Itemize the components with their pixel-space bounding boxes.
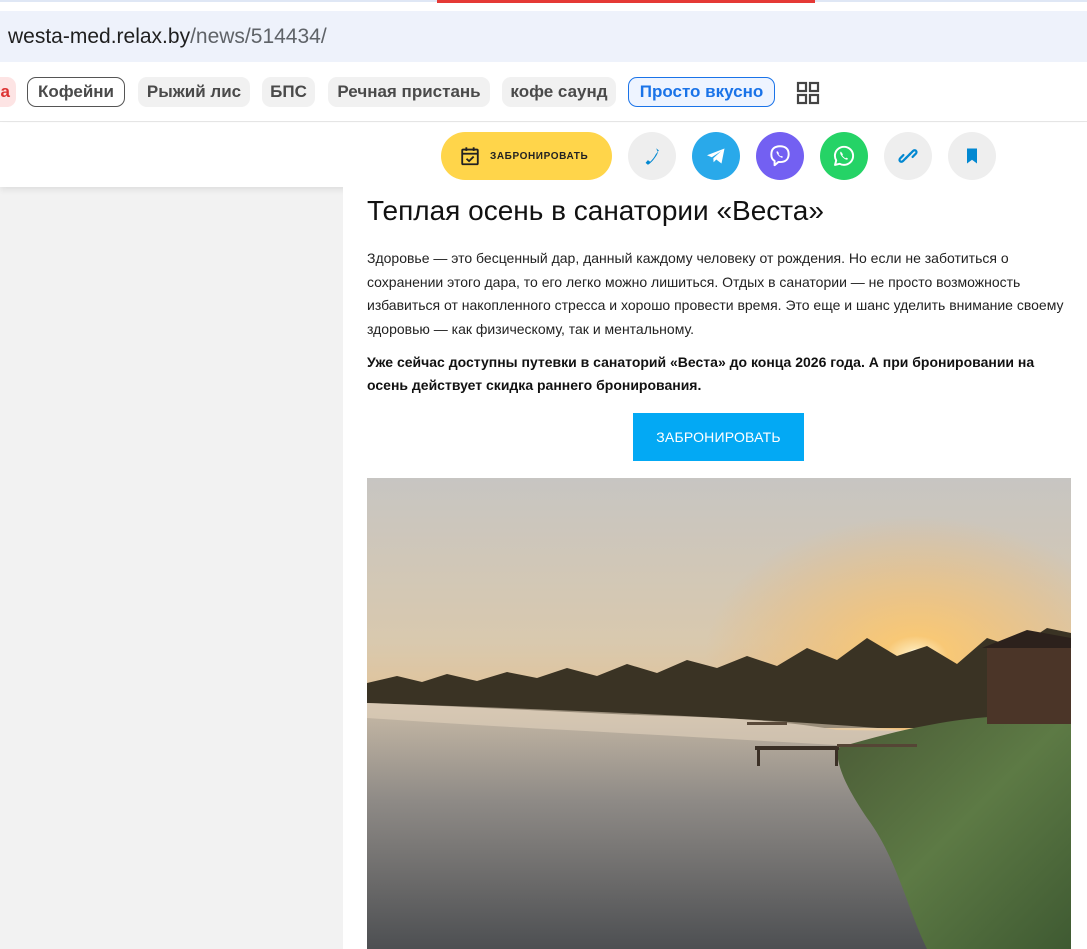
- telegram-button[interactable]: [692, 132, 740, 180]
- article-title: Теплая осень в санатории «Веста»: [367, 195, 824, 226]
- chip-coffee-shops[interactable]: Кофейни: [27, 77, 125, 107]
- url-host: westa-med.relax.by: [8, 24, 191, 48]
- bookmark-button[interactable]: [948, 132, 996, 180]
- left-sidebar-area: [0, 123, 343, 949]
- browser-top-strip: [0, 0, 1087, 11]
- viber-icon: [770, 145, 790, 167]
- book-now-pill-label: ЗАБРОНИРОВАТЬ: [490, 150, 589, 162]
- chip-prosto-vkusno[interactable]: Просто вкусно: [628, 77, 775, 107]
- loading-indicator: [437, 0, 815, 3]
- calendar-check-icon: [461, 147, 479, 166]
- sunset-lake-photo: [367, 478, 1071, 949]
- viber-button[interactable]: [756, 132, 804, 180]
- copy-link-button[interactable]: [884, 132, 932, 180]
- chip-kofe-saund[interactable]: кофе саунд: [502, 77, 616, 107]
- chip-bps[interactable]: БПС: [262, 77, 315, 107]
- telegram-icon: [707, 148, 725, 164]
- article-photo: [367, 478, 1071, 949]
- chip-ryzhiy-lis[interactable]: Рыжий лис: [138, 77, 250, 107]
- bookmark-icon: [967, 148, 977, 164]
- book-now-pill-button[interactable]: ЗАБРОНИРОВАТЬ: [441, 132, 612, 180]
- phone-button[interactable]: [628, 132, 676, 180]
- whatsapp-icon: [833, 145, 855, 166]
- chip-partial[interactable]: а: [0, 77, 16, 107]
- url-path: /news/514434/: [190, 24, 327, 48]
- article-highlight-paragraph: Уже сейчас доступны путевки в санаторий …: [367, 354, 1035, 393]
- article: Теплая осень в санатории «Веста» Здоровь…: [343, 187, 1087, 949]
- apps-grid-icon[interactable]: [796, 81, 820, 105]
- action-bar: ЗАБРОНИРОВАТЬ: [0, 123, 1087, 187]
- whatsapp-button[interactable]: [820, 132, 868, 180]
- category-chips: а Кофейни Рыжий лис БПС Речная пристань …: [0, 62, 1087, 122]
- phone-icon: [645, 148, 659, 165]
- book-now-button[interactable]: ЗАБРОНИРОВАТЬ: [633, 413, 804, 461]
- address-bar[interactable]: westa-med.relax.by/news/514434/: [0, 11, 1087, 62]
- link-icon: [898, 149, 918, 163]
- chip-rechnaya-pristan[interactable]: Речная пристань: [328, 77, 490, 107]
- article-intro-paragraph: Здоровье — это бесценный дар, данный каж…: [367, 250, 1064, 337]
